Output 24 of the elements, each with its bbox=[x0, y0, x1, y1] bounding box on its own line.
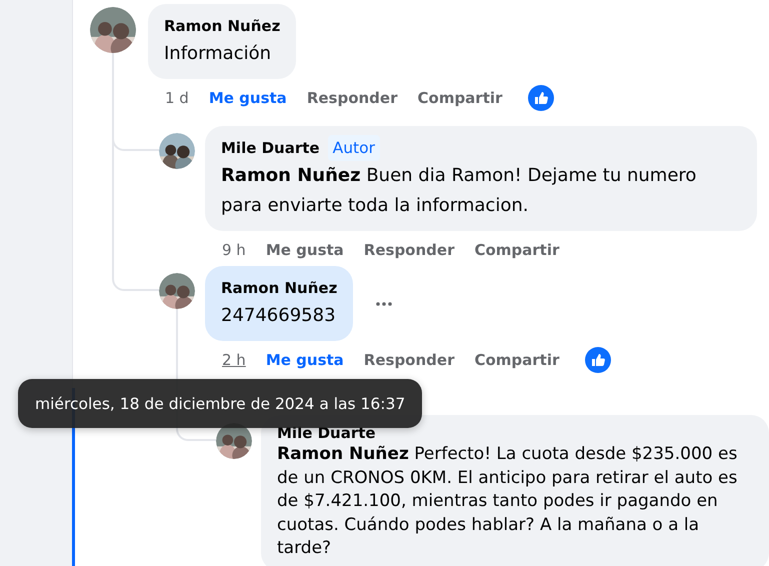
timestamp[interactable]: 9 h bbox=[222, 241, 246, 259]
comment-text: Ramon Nuñez Buen dia Ramon! Dejame tu numero para enviarte toda la informacion. bbox=[221, 164, 698, 218]
like-icon[interactable] bbox=[528, 85, 554, 111]
comment-text: Información bbox=[164, 42, 272, 66]
like-icon[interactable] bbox=[585, 347, 612, 373]
comment-author[interactable]: Ramon Nuñez bbox=[221, 275, 338, 301]
like-link[interactable]: Me gusta bbox=[266, 241, 344, 259]
timestamp[interactable]: 2 h bbox=[222, 351, 246, 369]
date-tooltip: miércoles, 18 de diciembre de 2024 a las 16:37 bbox=[18, 379, 422, 428]
comment-author[interactable]: Mile Duarte bbox=[221, 135, 320, 161]
share-link[interactable]: Compartir bbox=[474, 241, 560, 259]
reply-link[interactable]: Responder bbox=[306, 89, 398, 107]
comment-author[interactable]: Ramon Nuñez bbox=[164, 13, 280, 39]
reply-link[interactable]: Responder bbox=[364, 351, 454, 369]
comment-text: Ramon Nuñez Perfecto! La cuota desde $235.000 es de un CRONOS 0KM. El anticipo para retirar el auto es de $7.421.100, mientras tanto podes ir pagando en cuotas. Cuándo podes hablar? A la mañana o a la tarde? bbox=[277, 443, 738, 560]
author-badge: Autor bbox=[328, 135, 380, 161]
like-link[interactable]: Me gusta bbox=[266, 351, 344, 369]
share-link[interactable]: Compartir bbox=[474, 351, 560, 369]
more-icon bbox=[375, 300, 394, 306]
like-link[interactable]: Me gusta bbox=[208, 89, 287, 107]
reply-link[interactable]: Responder bbox=[364, 241, 454, 259]
share-link[interactable]: Compartir bbox=[418, 89, 502, 107]
comment-text: 2474669583 bbox=[221, 304, 337, 328]
timestamp[interactable]: 1 d bbox=[165, 89, 189, 107]
